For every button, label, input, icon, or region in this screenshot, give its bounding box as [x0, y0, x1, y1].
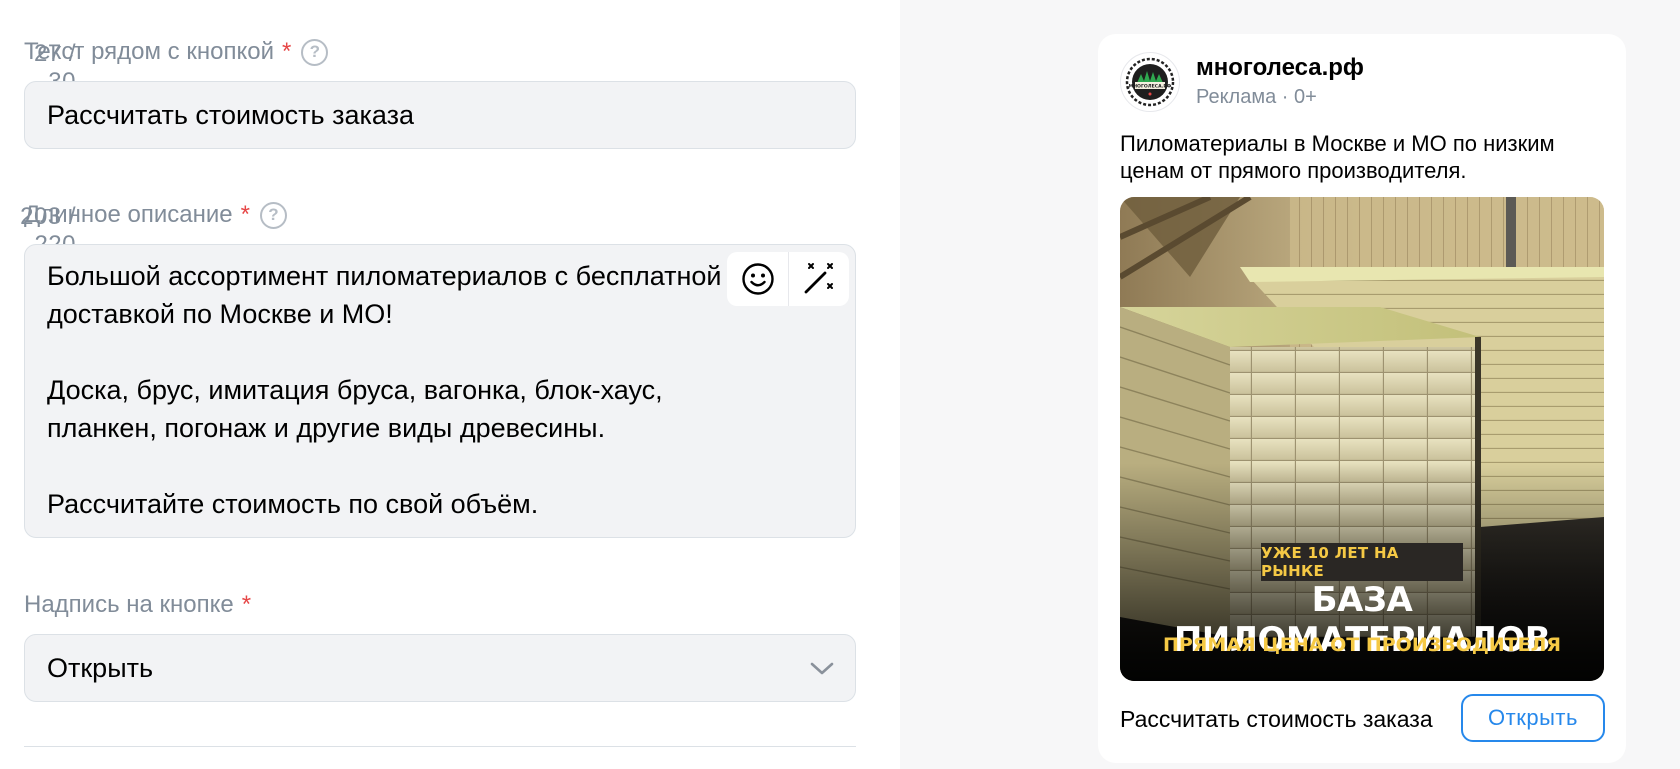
help-icon[interactable]: ?: [259, 201, 287, 229]
ad-caption: Рассчитать стоимость заказа: [1120, 706, 1433, 732]
magic-wand-icon[interactable]: [788, 252, 849, 306]
ad-meta: Реклама · 0+: [1196, 86, 1317, 108]
logo-text: МНОГОЛЕСА.РФ: [1129, 84, 1172, 90]
button-text-input[interactable]: Рассчитать стоимость заказа: [24, 81, 856, 149]
long-description-textarea[interactable]: Большой ассортимент пиломатериалов с бес…: [24, 244, 856, 538]
required-mark: *: [241, 591, 252, 618]
ad-image: УЖЕ 10 ЛЕТ НА РЫНКЕ БАЗА ПИЛОМАТЕРИАЛОВ …: [1120, 197, 1604, 681]
ad-preview-card: МНОГОЛЕСА.РФ многолеса.рф Реклама · 0+ П…: [1098, 34, 1626, 763]
button-caption-selected: Открыть: [47, 653, 154, 683]
button-caption-select[interactable]: Открыть: [24, 634, 856, 702]
emoji-icon[interactable]: [727, 252, 788, 306]
open-button[interactable]: Открыть: [1461, 694, 1605, 742]
required-mark: *: [281, 38, 292, 65]
textarea-tools: [727, 252, 849, 306]
brand-name[interactable]: многолеса.рф: [1196, 54, 1364, 82]
chevron-down-icon: [810, 662, 834, 675]
help-icon[interactable]: ?: [301, 38, 329, 66]
ad-form: Текст рядом с кнопкой * ? 27 / 30 Рассчи…: [0, 0, 900, 769]
divider: [24, 746, 856, 747]
button-caption-label-text: Надпись на кнопке: [24, 591, 234, 618]
ad-text: Пиломатериалы в Москве и МО по низким це…: [1120, 131, 1555, 183]
required-mark: *: [240, 201, 250, 228]
button-caption-label: Надпись на кнопке *: [24, 591, 251, 619]
banner-subtitle: ПРЯМАЯ ЦЕНА ОТ ПРОИЗВОДИТЕЛЯ: [1162, 634, 1562, 656]
banner-badge: УЖЕ 10 ЛЕТ НА РЫНКЕ: [1261, 543, 1463, 581]
long-description-value: Большой ассортимент пиломатериалов с бес…: [47, 261, 722, 519]
button-text-input-value: Рассчитать стоимость заказа: [47, 100, 414, 130]
brand-logo: МНОГОЛЕСА.РФ: [1120, 52, 1180, 112]
